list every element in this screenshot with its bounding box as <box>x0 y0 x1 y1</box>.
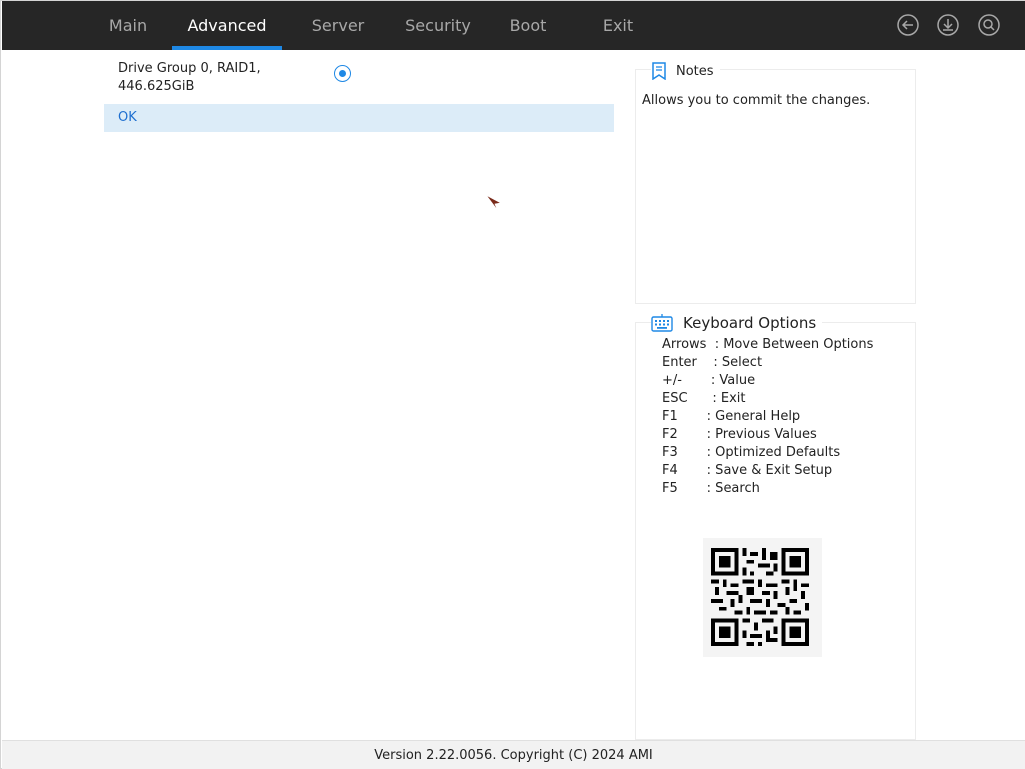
save-download-icon[interactable] <box>937 14 959 36</box>
shortcut-plus-minus: +/- : Value <box>662 373 756 388</box>
top-navigation-bar: Main Advanced Server Security Boot Exit <box>2 1 1025 50</box>
notes-icon <box>652 62 666 80</box>
qr-code-icon <box>703 538 822 657</box>
notes-title: Notes <box>676 63 714 79</box>
shortcut-enter: Enter : Select <box>662 355 763 370</box>
shortcut-arrows: Arrows : Move Between Options <box>662 337 874 352</box>
radio-selected-dot <box>338 69 346 77</box>
keyboard-options-title: Keyboard Options <box>683 314 817 332</box>
notes-header: Notes <box>651 61 720 81</box>
shortcut-f5: F5 : Search <box>662 481 760 496</box>
ok-label: OK <box>118 110 137 125</box>
keyboard-icon <box>651 314 673 332</box>
drive-group-option[interactable]: Drive Group 0, RAID1, 446.625GiB <box>104 56 614 98</box>
ok-button[interactable]: OK <box>104 104 614 132</box>
tab-boot[interactable]: Boot <box>509 1 547 50</box>
tab-server[interactable]: Server <box>311 1 365 50</box>
drive-group-radio[interactable] <box>334 65 351 82</box>
shortcut-f1: F1 : General Help <box>662 409 801 424</box>
shortcut-f2: F2 : Previous Values <box>662 427 817 442</box>
left-margin <box>2 50 103 740</box>
drive-group-label-line1: Drive Group 0, RAID1, <box>118 61 261 76</box>
back-icon[interactable] <box>897 14 919 36</box>
tab-advanced[interactable]: Advanced <box>172 1 282 50</box>
drive-group-label-line2: 446.625GiB <box>118 79 195 94</box>
keyboard-shortcut-list: Arrows : Move Between Options Enter : Se… <box>662 336 912 498</box>
tab-main[interactable]: Main <box>107 1 149 50</box>
notes-text: Allows you to commit the changes. <box>642 93 871 108</box>
tab-exit[interactable]: Exit <box>602 1 634 50</box>
drive-group-label: Drive Group 0, RAID1, 446.625GiB <box>118 60 318 96</box>
keyboard-options-header: Keyboard Options <box>651 312 823 334</box>
mouse-cursor-icon <box>484 193 504 213</box>
footer-version: Version 2.22.0056. Copyright (C) 2024 AM… <box>2 740 1025 769</box>
tab-security[interactable]: Security <box>404 1 472 50</box>
bios-setup-window: Main Advanced Server Security Boot Exit … <box>0 0 1025 769</box>
shortcut-esc: ESC : Exit <box>662 391 746 406</box>
main-settings-panel: Drive Group 0, RAID1, 446.625GiB OK <box>104 50 614 740</box>
search-icon[interactable] <box>978 14 1000 36</box>
shortcut-f3: F3 : Optimized Defaults <box>662 445 841 460</box>
shortcut-f4: F4 : Save & Exit Setup <box>662 463 833 478</box>
